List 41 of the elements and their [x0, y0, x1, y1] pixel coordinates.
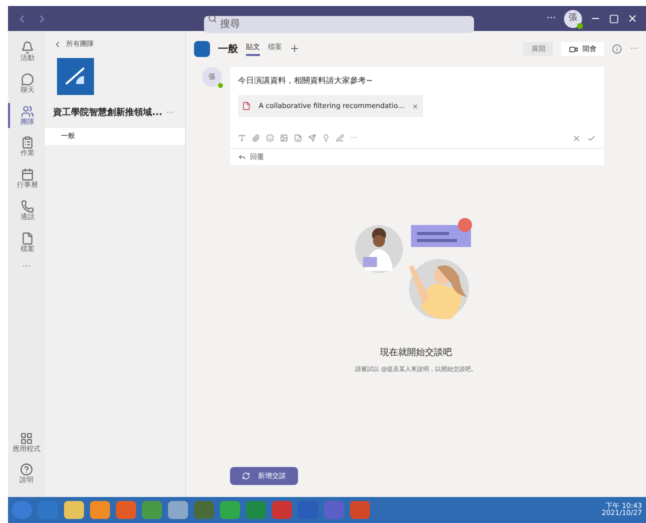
channel-title: 一般: [218, 42, 238, 56]
pdf-file-icon: [242, 100, 251, 112]
more-text[interactable]: ···: [630, 43, 638, 55]
close-icon[interactable]: [627, 13, 638, 24]
post-text: 今日演講資料，相關資料請大家參考~: [238, 75, 374, 87]
grid-icon: [20, 432, 33, 444]
team-icon: [21, 104, 34, 118]
search-field[interactable]: 搜尋: [204, 16, 474, 33]
chat-icon: [21, 72, 34, 86]
image-icon[interactable]: [280, 134, 288, 142]
search-icon: [208, 14, 217, 23]
help-icon: [20, 463, 33, 476]
pen-icon[interactable]: [336, 134, 344, 142]
more-text[interactable]: ···: [166, 107, 174, 120]
add-tab-text[interactable]: +: [290, 40, 300, 58]
video-icon: [569, 44, 578, 54]
team-name: 資工學院智慧創新推領域...: [53, 106, 162, 120]
refresh-icon: [242, 472, 250, 480]
paperclip-icon[interactable]: [252, 134, 260, 142]
check-icon[interactable]: [587, 134, 596, 143]
more-text[interactable]: ···: [546, 11, 556, 26]
back-icon[interactable]: [53, 40, 62, 49]
emoji-icon[interactable]: [266, 134, 274, 142]
more-apps-text[interactable]: ···: [22, 261, 31, 275]
sticker-icon[interactable]: [294, 134, 302, 142]
reply-icon: [238, 152, 246, 161]
format-icon[interactable]: [238, 134, 246, 142]
file-icon: [21, 232, 34, 244]
lightbulb-icon[interactable]: [322, 134, 330, 142]
team-logo-icon: [57, 58, 94, 94]
info-icon[interactable]: [612, 44, 622, 54]
clipboard-icon: [21, 136, 34, 150]
bell-icon: [21, 41, 34, 54]
close-icon[interactable]: [412, 102, 419, 110]
avatar[interactable]: 張: [564, 10, 582, 28]
maximize-icon[interactable]: [609, 14, 619, 24]
send-icon[interactable]: [308, 134, 316, 142]
phone-icon: [21, 200, 34, 213]
team-logo-icon: [194, 41, 210, 57]
empty-title: 現在就開始交談吧: [380, 347, 452, 360]
calendar-icon: [21, 168, 34, 181]
